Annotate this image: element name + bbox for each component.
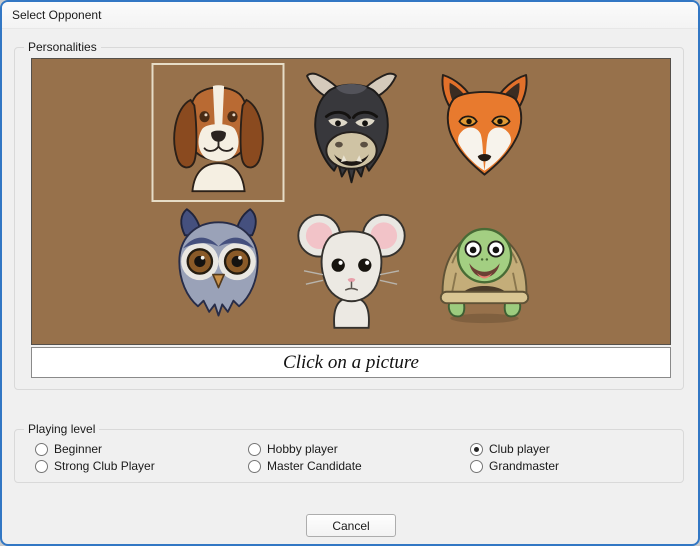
radio-circle (248, 460, 261, 473)
radio-master-candidate[interactable]: Master Candidate (248, 458, 362, 474)
radio-hobby-player[interactable]: Hobby player (248, 441, 338, 457)
window-title: Select Opponent (12, 2, 101, 28)
select-opponent-dialog: Select Opponent Personalities (0, 0, 700, 546)
radio-circle (470, 460, 483, 473)
playing-level-group: Playing level Beginner Strong Club Playe… (14, 429, 684, 483)
personality-beagle[interactable] (152, 63, 285, 202)
personality-fox[interactable] (418, 63, 551, 202)
personalities-panel (31, 58, 671, 345)
radio-circle (35, 443, 48, 456)
personality-bull[interactable] (285, 63, 418, 202)
radio-circle (248, 443, 261, 456)
mouse-icon (294, 206, 408, 330)
radio-strong-club-player[interactable]: Strong Club Player (35, 458, 155, 474)
radio-label: Master Candidate (267, 459, 362, 473)
hint-bar: Click on a picture (31, 347, 671, 378)
radio-circle (35, 460, 48, 473)
personalities-label: Personalities (24, 40, 101, 55)
hint-text: Click on a picture (283, 352, 419, 374)
radio-label: Grandmaster (489, 459, 559, 473)
playing-level-label: Playing level (24, 422, 99, 437)
radio-circle (470, 443, 483, 456)
radio-label: Club player (489, 442, 550, 456)
personality-grid (152, 63, 551, 334)
personality-owl[interactable] (152, 202, 285, 334)
owl-icon (162, 207, 274, 329)
personality-turtle[interactable] (418, 202, 551, 334)
cancel-button[interactable]: Cancel (306, 514, 396, 537)
beagle-icon (162, 72, 274, 193)
radio-label: Beginner (54, 442, 102, 456)
fox-icon (426, 70, 542, 196)
personalities-group: Personalities (14, 47, 684, 390)
personality-mouse[interactable] (285, 202, 418, 334)
bull-icon (293, 70, 409, 196)
radio-grandmaster[interactable]: Grandmaster (470, 458, 559, 474)
radio-label: Strong Club Player (54, 459, 155, 473)
radio-club-player[interactable]: Club player (470, 441, 550, 457)
title-bar[interactable]: Select Opponent (2, 2, 698, 29)
turtle-icon (427, 206, 541, 330)
radio-beginner[interactable]: Beginner (35, 441, 102, 457)
radio-label: Hobby player (267, 442, 338, 456)
